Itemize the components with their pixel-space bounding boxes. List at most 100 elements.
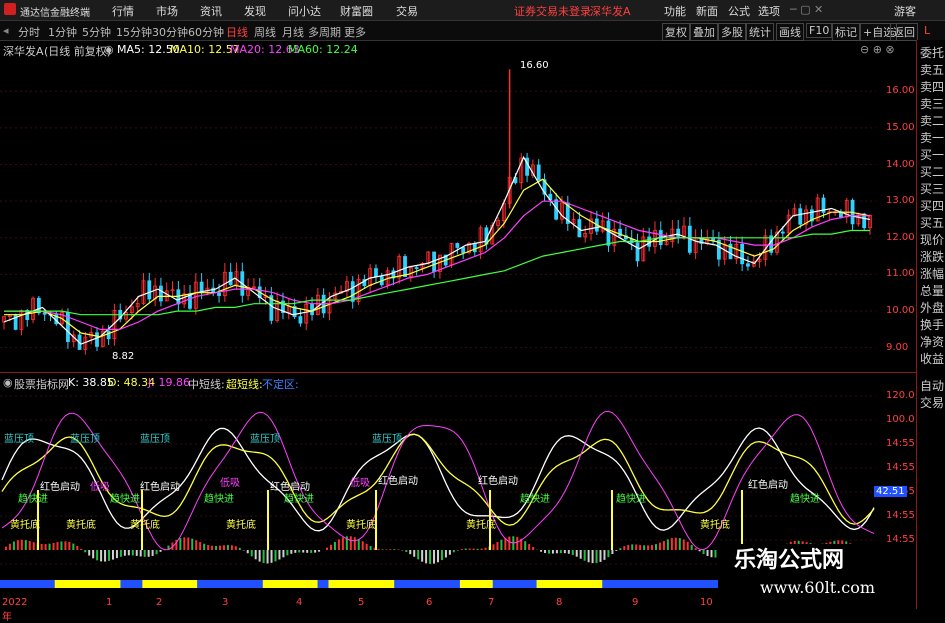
trend-band-cell (197, 580, 209, 588)
trend-band-cell (175, 580, 187, 588)
settings-icon[interactable]: ◉ (104, 43, 114, 56)
back-button[interactable]: 返回 (890, 23, 918, 41)
tab-daily[interactable]: 日线 (226, 24, 248, 40)
menu-item-caifuquan[interactable]: 财富圈 (340, 3, 373, 19)
menu-item-xinmian[interactable]: 新面 (696, 3, 718, 19)
quote-field-label[interactable]: 现价 (920, 231, 944, 248)
candle-body (414, 267, 419, 270)
trend-band-cell (186, 580, 198, 588)
side-mark: L (924, 24, 931, 37)
quote-field-label[interactable]: 买四 (920, 197, 944, 214)
tab-fenshi[interactable]: 分时 (18, 24, 40, 40)
fuquan-button[interactable]: 复权 (662, 23, 690, 41)
tab-multi-period[interactable]: 多周期 (308, 24, 341, 40)
kdj-line-0 (1, 427, 875, 532)
quote-field-label[interactable]: 净资 (920, 333, 944, 350)
quote-field-label[interactable]: 总量 (920, 282, 944, 299)
candle-body (25, 310, 30, 321)
quote-side-panel: 委托 卖五 卖四 卖三 卖二 卖一 买一 买二 买三 买四 买五 现价 涨跌 涨幅 总量 外盘 换手 净资 收益自动… (916, 40, 945, 609)
menu-item-xuanxiang[interactable]: 选项 (758, 3, 780, 19)
menu-item-gongneng[interactable]: 功能 (664, 3, 686, 19)
trend-band-cell (416, 580, 428, 588)
trend-band-cell (120, 580, 132, 588)
multi-stock-button[interactable]: 多股 (718, 23, 746, 41)
signal-label: 红色启动 (40, 480, 80, 493)
quote-field-label[interactable]: 卖五 (920, 61, 944, 78)
trend-band-cell (569, 580, 581, 588)
trend-band-cell (284, 580, 297, 588)
trend-band-cell (10, 580, 23, 588)
trend-band-cell (164, 580, 176, 588)
stats-button[interactable]: 统计 (746, 23, 774, 41)
signal-label: 低吸 (350, 476, 370, 489)
price-chart[interactable] (0, 58, 884, 370)
draw-line-button[interactable]: 画线 (776, 23, 804, 41)
quote-field-label[interactable]: 卖一 (920, 129, 944, 146)
menu-item-zixun[interactable]: 资讯 (200, 3, 222, 19)
menu-item-gongshi[interactable]: 公式 (728, 3, 750, 19)
trend-band-cell (208, 580, 220, 588)
window-controls-icon[interactable]: ─ ▢ ✕ (790, 3, 823, 16)
tab-15min[interactable]: 15分钟 (116, 24, 152, 40)
nav-arrow-icon[interactable]: ◂ (3, 24, 9, 37)
time-tick-label: 6 (426, 597, 433, 608)
quote-field-label[interactable]: 自动 (920, 377, 944, 394)
j-value: J: 19.86 (148, 376, 190, 389)
menu-item-shichang[interactable]: 市场 (156, 3, 178, 19)
stock-name-label: 深华发A (3, 45, 44, 58)
ma60-label: MA60: 12.24 (288, 43, 358, 56)
candle-body (298, 316, 303, 324)
quote-field-label[interactable]: 委托 (920, 44, 944, 61)
quote-field-label[interactable]: 买三 (920, 180, 944, 197)
trend-band-cell (459, 580, 472, 588)
quote-field-label[interactable]: 交易 (920, 394, 944, 411)
quote-field-label[interactable]: 外盘 (920, 299, 944, 316)
zoom-icon[interactable]: ⊖ ⊕ ⊗ (860, 43, 895, 56)
quote-field-label[interactable]: 卖三 (920, 95, 944, 112)
quote-field-label[interactable]: 买五 (920, 214, 944, 231)
quote-field-label[interactable]: 涨幅 (920, 265, 944, 282)
trend-band-cell (536, 580, 548, 588)
tab-1min[interactable]: 1分钟 (48, 24, 77, 40)
quote-field-label[interactable]: 涨跌 (920, 248, 944, 265)
trend-band-cell (700, 580, 713, 588)
watermark-url: www.60lt.com (760, 578, 876, 597)
quote-field-label[interactable]: 收益 (920, 350, 944, 367)
tab-30min[interactable]: 30分钟 (152, 24, 188, 40)
quote-field-label[interactable]: 买一 (920, 146, 944, 163)
tab-more[interactable]: 更多 (344, 24, 366, 40)
guest-button[interactable]: 游客 (894, 3, 916, 19)
candle-body (199, 281, 204, 293)
tab-monthly[interactable]: 月线 (282, 24, 304, 40)
time-tick-label: 4 (296, 597, 303, 608)
mark-button[interactable]: 标记 (832, 23, 860, 41)
period-toolbar: ◂ 分时 1分钟 5分钟 15分钟 30分钟 60分钟 日线 周线 月线 多周期… (0, 21, 945, 41)
tab-5min[interactable]: 5分钟 (82, 24, 111, 40)
quote-field-label[interactable]: 买二 (920, 163, 944, 180)
tab-weekly[interactable]: 周线 (254, 24, 276, 40)
candle-body (461, 247, 466, 254)
signal-label: 趋快进 (284, 492, 314, 505)
indicator-settings-icon[interactable]: ◉ (3, 376, 13, 389)
candle-body (106, 330, 111, 340)
candle-body (374, 268, 378, 278)
trend-band-cell (219, 580, 231, 588)
menu-item-faxian[interactable]: 发现 (244, 3, 266, 19)
quote-field-label[interactable]: 卖四 (920, 78, 944, 95)
quote-field-label[interactable]: 卖二 (920, 112, 944, 129)
app-title: 通达信金融终端 (20, 8, 90, 19)
candle-body (798, 208, 803, 225)
trend-band-cell (394, 580, 406, 588)
menu-item-jiaoyi[interactable]: 交易 (396, 3, 418, 19)
trend-band-cell (383, 580, 395, 588)
menu-item-hangqing[interactable]: 行情 (112, 3, 134, 19)
menu-item-wenxiaoda[interactable]: 问小达 (288, 3, 321, 19)
trend-band-cell (580, 580, 592, 588)
tab-60min[interactable]: 60分钟 (188, 24, 224, 40)
trend-band-cell (525, 580, 538, 588)
candle-body (455, 243, 460, 248)
login-notice[interactable]: 证券交易未登录 (514, 3, 591, 19)
overlay-button[interactable]: 叠加 (690, 23, 718, 41)
f10-button[interactable]: F10 (806, 23, 833, 38)
quote-field-label[interactable]: 换手 (920, 316, 944, 333)
